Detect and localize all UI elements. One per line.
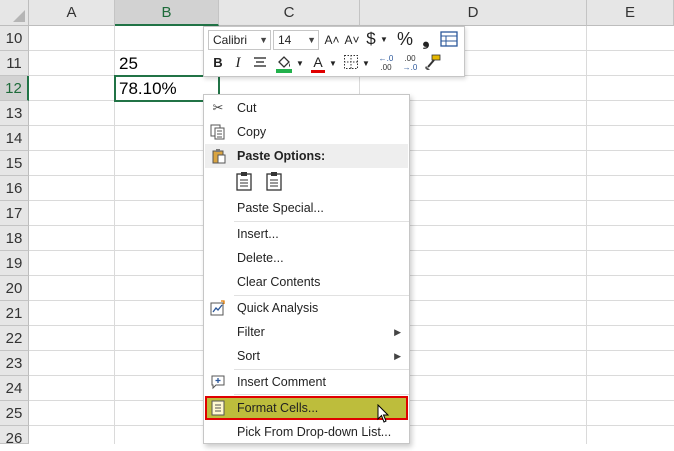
shrink-font-button[interactable]: A˅ bbox=[343, 30, 361, 50]
chevron-down-icon[interactable]: ▼ bbox=[328, 54, 338, 74]
row-header-10[interactable]: 10 bbox=[0, 26, 29, 51]
chevron-down-icon[interactable]: ▼ bbox=[379, 30, 389, 50]
menu-item-label: Quick Analysis bbox=[237, 301, 319, 315]
row-header-21[interactable]: 21 bbox=[0, 301, 29, 326]
menu-item-insert[interactable]: Insert... bbox=[204, 222, 409, 246]
menu-item-label: Sort bbox=[237, 349, 260, 363]
menu-item-label: Insert... bbox=[237, 227, 279, 241]
row-header-16[interactable]: 16 bbox=[0, 176, 29, 201]
submenu-arrow-icon: ▶ bbox=[394, 327, 401, 337]
bold-button[interactable]: B bbox=[211, 53, 225, 73]
menu-item-label: Filter bbox=[237, 325, 265, 339]
row-header-24[interactable]: 24 bbox=[0, 376, 29, 401]
menu-item-sort[interactable]: Sort ▶ bbox=[204, 344, 409, 368]
row-header-12[interactable]: 12 bbox=[0, 76, 29, 101]
arrow-right-icon: →.0 bbox=[402, 63, 418, 72]
row-header-11[interactable]: 11 bbox=[0, 51, 29, 76]
menu-item-label: Pick From Drop-down List... bbox=[237, 425, 392, 439]
italic-button[interactable]: I bbox=[231, 53, 245, 73]
menu-item-cut[interactable]: ✂ Cut bbox=[204, 96, 409, 120]
menu-item-label: Clear Contents bbox=[237, 275, 321, 289]
row-header-18[interactable]: 18 bbox=[0, 226, 29, 251]
font-size-value: 14 bbox=[278, 33, 292, 47]
comment-icon bbox=[209, 374, 227, 390]
percent-button[interactable]: % bbox=[395, 29, 415, 49]
select-all-button[interactable] bbox=[0, 0, 29, 26]
menu-item-label: Paste Special... bbox=[237, 201, 324, 215]
font-color-button[interactable]: A bbox=[310, 52, 326, 74]
mouse-cursor-icon bbox=[377, 403, 391, 424]
arrow-left-icon: ←.0 bbox=[378, 54, 394, 63]
menu-item-label: Delete... bbox=[237, 251, 284, 265]
column-header-c[interactable]: C bbox=[219, 0, 360, 26]
font-size-combo[interactable]: 14 ▼ bbox=[273, 30, 319, 50]
chevron-down-icon: ▼ bbox=[259, 35, 268, 45]
menu-item-copy[interactable]: Copy bbox=[204, 120, 409, 144]
format-table-icon[interactable] bbox=[439, 31, 459, 49]
paste-options-label: Paste Options: bbox=[237, 149, 326, 163]
row-header-25[interactable]: 25 bbox=[0, 401, 29, 426]
context-menu: ✂ Cut Copy Paste Options: Paste Special.… bbox=[203, 94, 410, 444]
quick-analysis-icon bbox=[209, 300, 227, 316]
menu-item-label: Format Cells... bbox=[237, 401, 319, 415]
column-header-e[interactable]: E bbox=[587, 0, 674, 26]
menu-item-label: Cut bbox=[237, 101, 257, 115]
row-header-22[interactable]: 22 bbox=[0, 326, 29, 351]
column-header-a[interactable]: A bbox=[29, 0, 115, 26]
menu-item-insert-comment[interactable]: Insert Comment bbox=[204, 370, 409, 394]
align-center-icon[interactable] bbox=[251, 54, 269, 72]
paste-options-header: Paste Options: bbox=[205, 144, 408, 168]
chevron-down-icon: ▼ bbox=[307, 35, 316, 45]
row-header-26[interactable]: 26 bbox=[0, 426, 29, 447]
format-painter-icon[interactable] bbox=[423, 53, 443, 73]
currency-button[interactable]: $ bbox=[364, 29, 378, 49]
menu-item-quick-analysis[interactable]: Quick Analysis bbox=[204, 296, 409, 320]
menu-item-clear-contents[interactable]: Clear Contents bbox=[204, 270, 409, 294]
grow-font-button[interactable]: A˄ bbox=[323, 30, 341, 50]
menu-item-delete[interactable]: Delete... bbox=[204, 246, 409, 270]
menu-item-label: Copy bbox=[237, 125, 267, 139]
borders-icon[interactable] bbox=[342, 54, 360, 72]
format-cells-icon bbox=[209, 400, 227, 416]
font-name-combo[interactable]: Calibri ▼ bbox=[208, 30, 271, 50]
menu-item-label: Insert Comment bbox=[237, 375, 326, 389]
row-header-15[interactable]: 15 bbox=[0, 151, 29, 176]
chevron-down-icon[interactable]: ▼ bbox=[295, 54, 305, 74]
column-header-d[interactable]: D bbox=[360, 0, 587, 26]
menu-item-paste-special[interactable]: Paste Special... bbox=[204, 196, 409, 220]
paste-icon bbox=[210, 148, 228, 164]
font-color-label: A bbox=[313, 54, 323, 70]
decrease-decimal-button[interactable]: .00 →.0 bbox=[399, 54, 421, 72]
font-name-value: Calibri bbox=[213, 33, 248, 47]
menu-item-filter[interactable]: Filter ▶ bbox=[204, 320, 409, 344]
increase-decimal-button[interactable]: ←.0 .00 bbox=[375, 54, 397, 72]
comma-style-button[interactable]: ❟ bbox=[418, 29, 434, 49]
row-header-14[interactable]: 14 bbox=[0, 126, 29, 151]
scissors-icon: ✂ bbox=[212, 100, 224, 115]
row-header-17[interactable]: 17 bbox=[0, 201, 29, 226]
row-header-23[interactable]: 23 bbox=[0, 351, 29, 376]
row-header-19[interactable]: 19 bbox=[0, 251, 29, 276]
copy-icon bbox=[209, 124, 227, 140]
chevron-down-icon[interactable]: ▼ bbox=[361, 54, 371, 74]
column-header-b[interactable]: B bbox=[115, 0, 219, 26]
row-header-20[interactable]: 20 bbox=[0, 276, 29, 301]
paste-values-clipboard-icon[interactable] bbox=[266, 171, 282, 191]
mini-toolbar: Calibri ▼ 14 ▼ A˄ A˅ $ ▼ % ❟ B I ▼ A ▼ ▼… bbox=[203, 26, 465, 77]
paste-option-clipboard-icon[interactable] bbox=[236, 171, 252, 191]
submenu-arrow-icon: ▶ bbox=[394, 351, 401, 361]
fill-color-icon[interactable] bbox=[274, 53, 294, 75]
row-header-13[interactable]: 13 bbox=[0, 101, 29, 126]
